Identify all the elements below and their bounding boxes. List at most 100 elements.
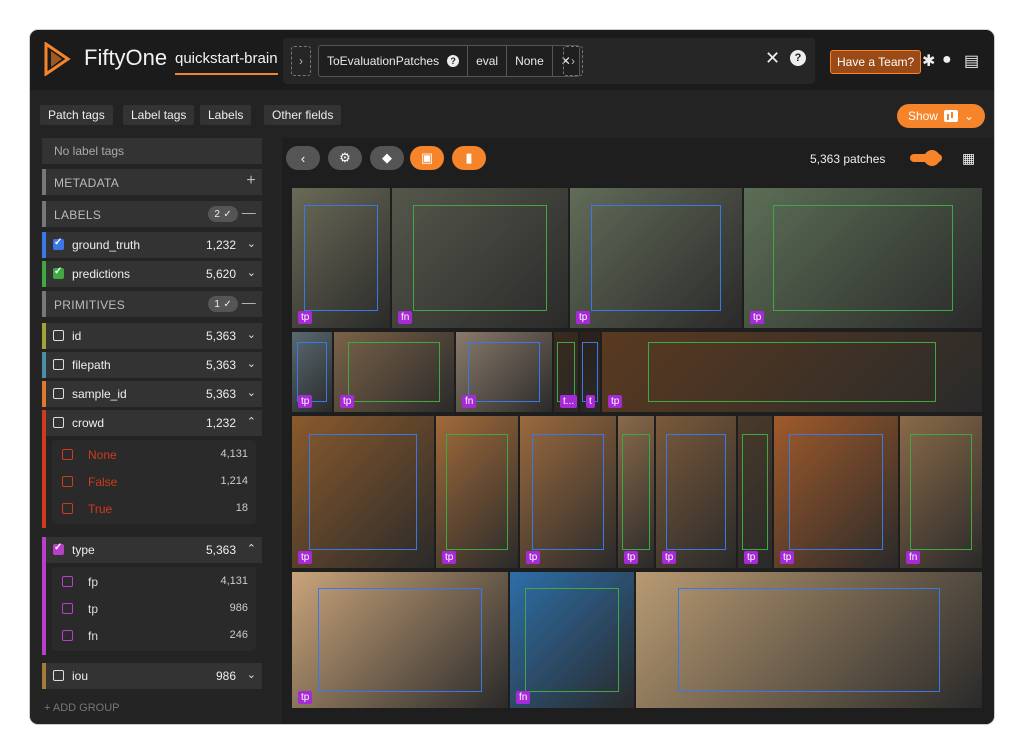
checkbox[interactable] <box>62 576 73 587</box>
field-filepath[interactable]: filepath 5,363 ⌄ <box>42 352 262 378</box>
tab-other-fields[interactable]: Other fields <box>264 105 342 125</box>
field-sample-id[interactable]: sample_id 5,363 ⌄ <box>42 381 262 407</box>
field-id[interactable]: id 5,363 ⌄ <box>42 323 262 349</box>
chevron-down-icon[interactable]: ⌄ <box>247 668 256 681</box>
labels-count-badge[interactable]: 2 ✓ <box>208 206 238 222</box>
patch-tile[interactable]: tp <box>292 332 332 412</box>
field-count: 5,363 <box>205 387 236 401</box>
tab-patch-tags[interactable]: Patch tags <box>40 105 113 125</box>
patches-icon[interactable]: ▣ <box>410 146 444 170</box>
grid-layout-icon[interactable]: ▦ <box>962 150 975 167</box>
github-icon[interactable]: ● <box>942 51 952 69</box>
tab-label-tags[interactable]: Label tags <box>123 105 195 125</box>
show-button[interactable]: Show ⌄ <box>897 104 985 128</box>
chevron-down-icon[interactable]: ⌄ <box>247 357 256 370</box>
patch-tile[interactable]: tp <box>292 416 434 568</box>
patch-type-tag: fn <box>398 311 413 324</box>
stage-arg-none[interactable]: None <box>507 46 553 76</box>
checkbox[interactable] <box>62 603 73 614</box>
patch-tile[interactable]: tp <box>334 332 454 412</box>
patch-tile[interactable] <box>636 572 982 708</box>
patch-tile[interactable]: tp <box>602 332 982 412</box>
stage-name[interactable]: ToEvaluationPatches? <box>319 46 469 76</box>
field-iou[interactable]: iou 986 ⌄ <box>42 663 262 689</box>
checkbox[interactable] <box>53 330 64 341</box>
patch-tile[interactable]: t <box>580 332 600 412</box>
patch-tile[interactable]: fn <box>392 188 568 328</box>
chevron-down-icon[interactable]: ⌄ <box>247 386 256 399</box>
field-type[interactable]: type 5,363 ⌃ <box>42 537 262 563</box>
patch-type-tag: t <box>586 395 595 408</box>
help-icon[interactable]: ? <box>790 50 806 66</box>
patch-type-tag: tp <box>340 395 355 408</box>
checkbox[interactable] <box>53 359 64 370</box>
section-labels[interactable]: LABELS 2 ✓ — <box>42 201 262 227</box>
docs-book-icon[interactable]: ▤ <box>964 51 979 71</box>
collapse-minus-icon[interactable]: — <box>242 294 256 310</box>
patch-tile[interactable]: tp <box>570 188 742 328</box>
patch-tile[interactable]: tp <box>656 416 736 568</box>
chevron-up-icon[interactable]: ⌃ <box>247 542 256 555</box>
section-primitives[interactable]: PRIMITIVES 1 ✓ — <box>42 291 262 317</box>
tab-labels[interactable]: Labels <box>200 105 252 125</box>
patch-tile[interactable]: tp <box>520 416 616 568</box>
patch-tile[interactable]: tp <box>618 416 654 568</box>
type-value-fn[interactable]: fn 246 <box>52 623 256 649</box>
have-a-team-button[interactable]: Have a Team? <box>830 50 922 74</box>
type-value-tp[interactable]: tp 986 <box>52 596 256 622</box>
patch-tile[interactable]: tp <box>738 416 772 568</box>
patch-tile[interactable]: fn <box>510 572 634 708</box>
view-stage[interactable]: ToEvaluationPatches? eval None ✕ <box>318 45 580 77</box>
field-predictions[interactable]: predictions 5,620 ⌄ <box>42 261 262 287</box>
checkbox[interactable] <box>62 630 73 641</box>
checkbox[interactable] <box>53 237 64 250</box>
patch-tile[interactable]: tp <box>292 572 508 708</box>
chevron-down-icon[interactable]: ⌄ <box>247 266 256 279</box>
checkbox[interactable] <box>62 449 73 460</box>
patch-tile[interactable]: tp <box>292 188 390 328</box>
back-chevron-left-icon[interactable]: ‹ <box>286 146 320 170</box>
label-tags-filter[interactable]: No label tags <box>42 138 262 164</box>
grid-size-slider[interactable] <box>910 150 942 166</box>
value-count: 4,131 <box>220 575 248 587</box>
primitives-count-badge[interactable]: 1 ✓ <box>208 296 238 312</box>
view-bar-chevron-right-icon[interactable]: › <box>563 46 583 76</box>
chevron-up-icon[interactable]: ⌃ <box>247 415 256 428</box>
field-color-bar <box>42 381 46 407</box>
crowd-value-none[interactable]: None 4,131 <box>52 442 256 468</box>
collapse-minus-icon[interactable]: — <box>242 204 256 220</box>
field-ground-truth[interactable]: ground_truth 1,232 ⌄ <box>42 232 262 258</box>
bookmark-icon[interactable]: ▮ <box>452 146 486 170</box>
clear-view-close-icon[interactable]: ✕ <box>765 48 780 69</box>
field-crowd[interactable]: crowd 1,232 ⌃ <box>42 410 262 436</box>
patch-tile[interactable]: t... <box>554 332 578 412</box>
view-bar-chevron-left-icon[interactable]: › <box>291 46 311 76</box>
dataset-selector[interactable]: quickstart-brain <box>175 50 278 75</box>
chevron-down-icon[interactable]: ⌄ <box>247 328 256 341</box>
patch-tile[interactable]: fn <box>456 332 552 412</box>
crowd-value-true[interactable]: True 18 <box>52 496 256 522</box>
patch-type-tag: tp <box>662 551 677 564</box>
patch-tile[interactable]: tp <box>436 416 518 568</box>
patch-tile[interactable]: tp <box>744 188 982 328</box>
slack-icon[interactable]: ✱ <box>922 51 935 71</box>
tag-icon[interactable]: ◆ <box>370 146 404 170</box>
checkbox[interactable] <box>62 476 73 487</box>
patch-tile[interactable]: tp <box>774 416 898 568</box>
checkbox[interactable] <box>53 417 64 428</box>
expand-plus-icon[interactable]: + <box>246 172 256 190</box>
checkbox[interactable] <box>53 542 64 555</box>
chevron-down-icon[interactable]: ⌄ <box>247 237 256 250</box>
add-group-button[interactable]: + ADD GROUP <box>44 702 120 714</box>
checkbox[interactable] <box>53 266 64 279</box>
checkbox[interactable] <box>53 670 64 681</box>
checkbox[interactable] <box>62 503 73 514</box>
stage-help-icon[interactable]: ? <box>447 55 460 67</box>
checkbox[interactable] <box>53 388 64 399</box>
patch-tile[interactable]: fn <box>900 416 982 568</box>
stage-arg-eval[interactable]: eval <box>468 46 508 76</box>
crowd-value-false[interactable]: False 1,214 <box>52 469 256 495</box>
type-value-fp[interactable]: fp 4,131 <box>52 569 256 595</box>
settings-gear-icon[interactable]: ⚙ <box>328 146 362 170</box>
section-metadata[interactable]: METADATA + <box>42 169 262 195</box>
